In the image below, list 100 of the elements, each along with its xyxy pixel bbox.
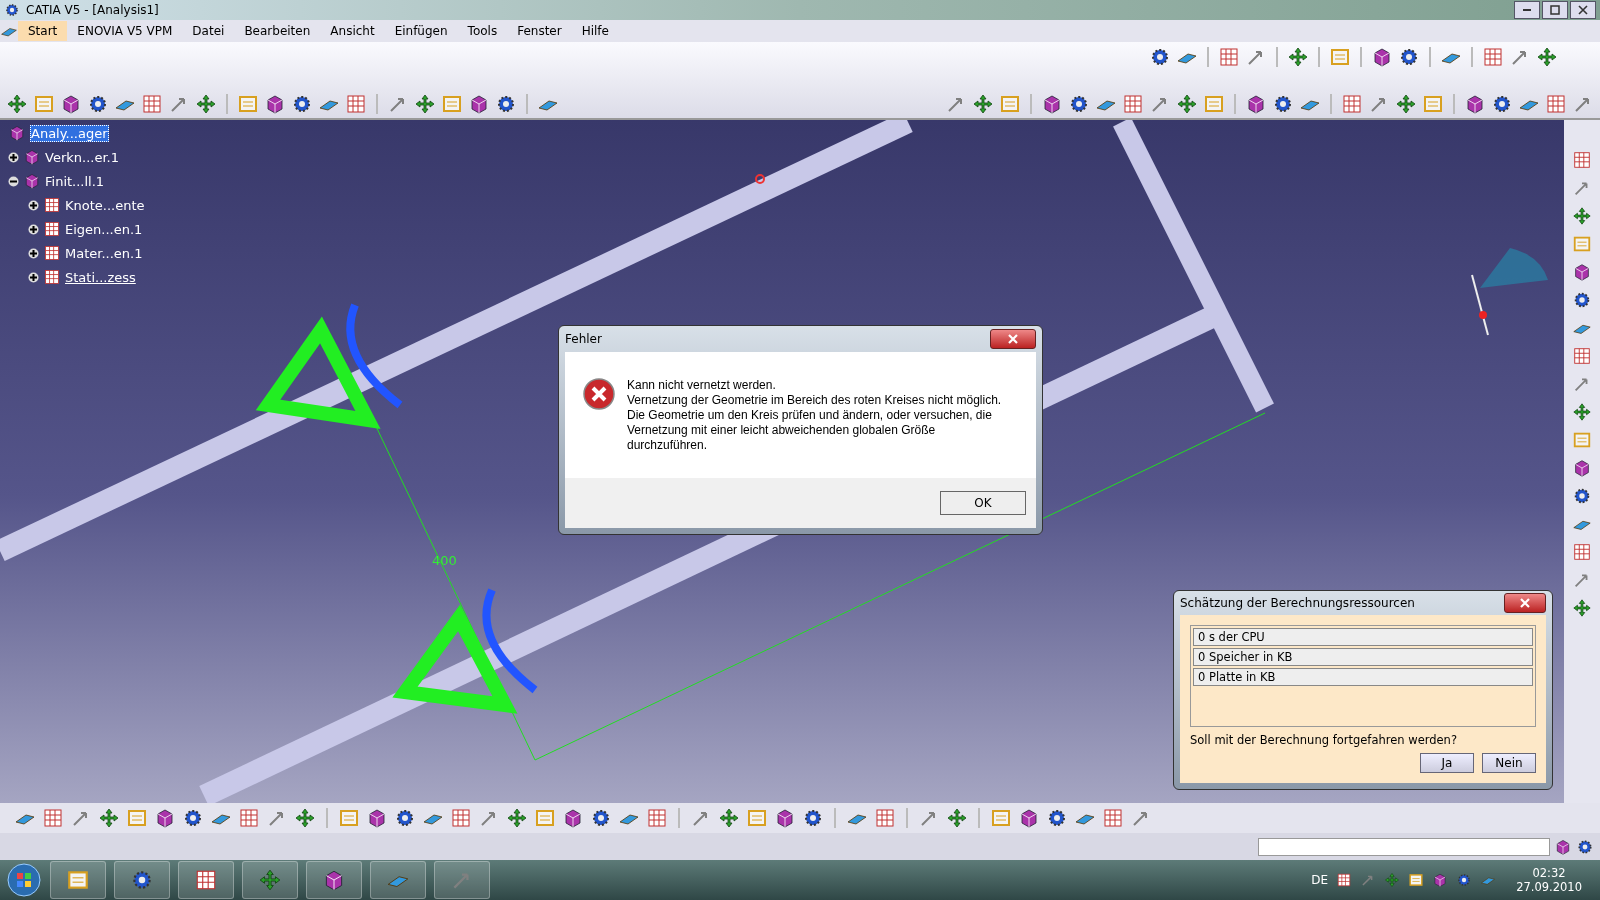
cross-icon[interactable] [1572,598,1592,618]
cross-icon[interactable] [258,868,282,892]
dialog-button[interactable]: Ja [1420,753,1474,773]
gear-icon[interactable] [1272,93,1294,115]
gear-icon[interactable] [1491,93,1513,115]
taskbar-button[interactable] [242,861,298,899]
cube-icon[interactable] [1371,46,1393,68]
cube-icon[interactable] [774,807,796,829]
taskbar-button[interactable] [434,861,490,899]
cube-icon[interactable] [1572,458,1592,478]
menu-item[interactable]: Tools [457,21,508,41]
cube-icon[interactable] [1432,872,1449,888]
cross-icon[interactable] [1536,46,1558,68]
cube-icon[interactable] [1464,93,1486,115]
menu-item[interactable]: ENOVIA V5 VPM [67,21,183,41]
grid-icon[interactable] [43,268,61,286]
close-button[interactable] [1504,593,1546,613]
taskbar-button[interactable] [114,861,170,899]
cross-icon[interactable] [98,807,120,829]
gear-icon[interactable] [1456,872,1473,888]
cube-icon[interactable] [468,93,490,115]
start-orb-icon[interactable] [6,862,42,898]
gear-icon[interactable] [802,807,824,829]
triangle-clamp-icon[interactable] [255,303,403,429]
cube-icon[interactable] [1572,262,1592,282]
cross-icon[interactable] [718,807,740,829]
tree-item[interactable]: Stati...zess [65,269,136,285]
expand-icon[interactable] [28,271,39,283]
maximize-button[interactable] [1542,1,1568,19]
menu-item[interactable]: Fenster [507,21,572,41]
menu-item[interactable]: Bearbeiten [234,21,321,41]
cube-icon[interactable] [1245,93,1267,115]
cube-icon[interactable] [1018,807,1040,829]
grid-icon[interactable] [43,220,61,238]
cube-icon[interactable] [366,807,388,829]
cross-icon[interactable] [294,807,316,829]
gear-icon[interactable] [4,2,20,18]
command-field[interactable] [1258,837,1550,856]
cross-icon[interactable] [1395,93,1417,115]
menu-item[interactable]: Start [18,21,68,41]
cube-icon[interactable] [562,807,584,829]
cross-icon[interactable] [506,807,528,829]
expand-icon[interactable] [8,151,19,163]
cross-icon[interactable] [1176,93,1198,115]
cross-icon[interactable] [946,807,968,829]
triangle-clamp-icon[interactable] [392,588,538,714]
gear-icon[interactable] [291,93,313,115]
grid-icon[interactable] [1572,542,1592,562]
tree-item[interactable]: Eigen...en.1 [65,221,143,237]
cube-icon[interactable] [264,93,286,115]
gear-icon[interactable] [1572,290,1592,310]
square-icon[interactable] [1408,872,1425,888]
grid-icon[interactable] [43,244,61,262]
gear-icon[interactable] [1068,93,1090,115]
gear-icon[interactable] [394,807,416,829]
taskbar-button[interactable] [178,861,234,899]
taskbar-button[interactable] [370,861,426,899]
gear-icon[interactable] [1576,837,1594,856]
cube-icon[interactable] [60,93,82,115]
close-button[interactable] [1570,1,1596,19]
menu-item[interactable]: Einfügen [384,21,458,41]
cube-icon[interactable] [23,148,41,166]
collapse-icon[interactable] [8,175,19,187]
cross-icon[interactable] [414,93,436,115]
cross-icon[interactable] [1572,206,1592,226]
tree-item[interactable]: Verkn...er.1 [45,149,119,165]
cross-icon[interactable] [972,93,994,115]
cross-icon[interactable] [195,93,217,115]
grid-icon[interactable] [43,196,61,214]
cube-icon[interactable] [8,124,26,142]
tree-item[interactable]: Knote...ente [65,197,145,213]
square-icon[interactable] [66,868,90,892]
menu-item[interactable]: Hilfe [571,21,619,41]
gear-icon[interactable] [87,93,109,115]
tree-root[interactable]: Analy...ager [30,124,109,142]
grid-icon[interactable] [1572,150,1592,170]
cube-icon[interactable] [154,807,176,829]
expand-icon[interactable] [28,223,39,235]
gear-icon[interactable] [1149,46,1171,68]
language-indicator[interactable]: DE [1311,873,1329,887]
menu-item[interactable]: Datei [182,21,235,41]
tree-item[interactable]: Mater...en.1 [65,245,143,261]
gear-icon[interactable] [130,868,154,892]
dialog-button[interactable]: Nein [1482,753,1536,773]
cross-icon[interactable] [6,93,28,115]
gear-icon[interactable] [495,93,517,115]
gear-icon[interactable] [1572,486,1592,506]
taskbar-button[interactable] [306,861,362,899]
minimize-button[interactable] [1514,1,1540,19]
close-button[interactable] [990,329,1036,349]
ok-button[interactable]: OK [940,491,1026,515]
cross-icon[interactable] [1572,402,1592,422]
cube-icon[interactable] [1554,837,1572,856]
expand-icon[interactable] [28,199,39,211]
cross-icon[interactable] [1287,46,1309,68]
cube-icon[interactable] [23,172,41,190]
cube-icon[interactable] [1041,93,1063,115]
grid-icon[interactable] [1572,346,1592,366]
clock[interactable]: 02:32 27.09.2010 [1504,866,1594,894]
gear-icon[interactable] [1046,807,1068,829]
